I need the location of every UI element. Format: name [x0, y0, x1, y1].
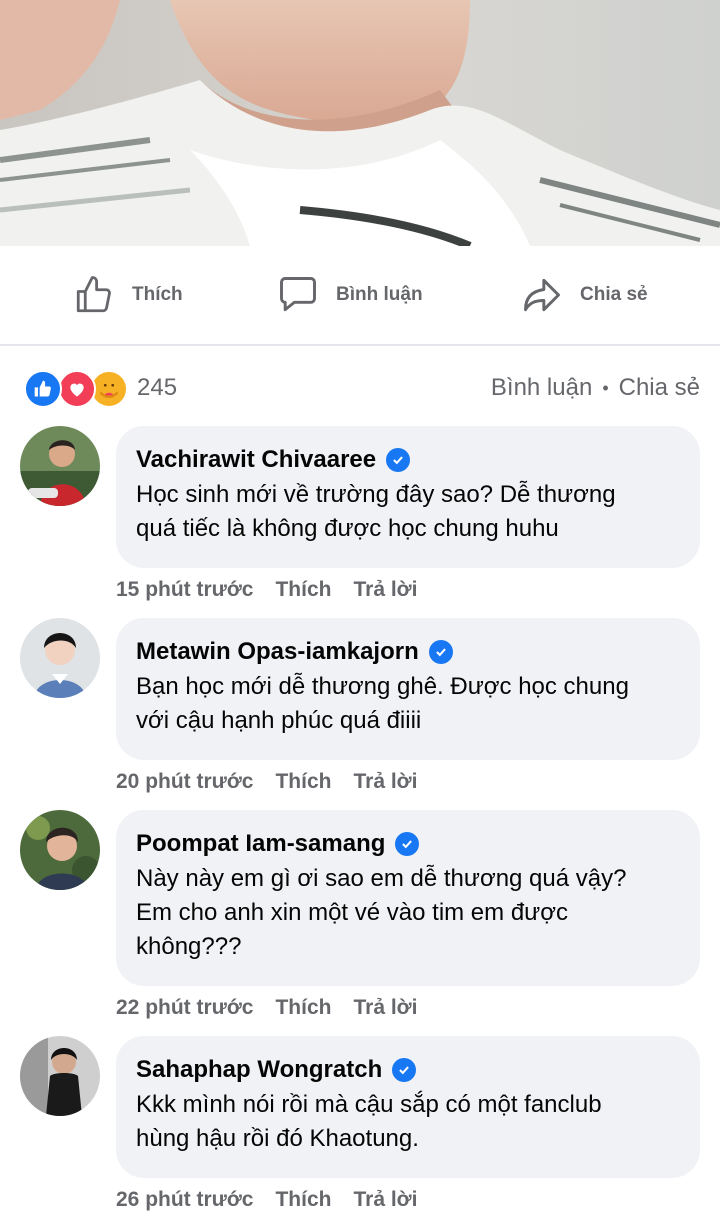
- comment-meta: 26 phút trước Thích Trả lời: [116, 1188, 417, 1212]
- comment-text-line: Bạn học mới dễ thương ghê. Được học chun…: [136, 673, 629, 700]
- avatar[interactable]: [20, 618, 100, 698]
- comment-meta: 15 phút trước Thích Trả lời: [116, 578, 417, 602]
- comment-text: Kkk mình nói rồi mà cậu sắp có một fancl…: [136, 1088, 680, 1156]
- comment-text-line: Kkk mình nói rồi mà cậu sắp có một fancl…: [136, 1091, 602, 1118]
- comment-text: Học sinh mới về trường đây sao? Dễ thươn…: [136, 478, 680, 546]
- speech-bubble-icon: [276, 273, 320, 317]
- comment-text-line: Này này em gì ơi sao em dễ thương quá vậ…: [136, 865, 627, 892]
- reaction-icons[interactable]: [24, 370, 130, 408]
- verified-badge-icon: [392, 1058, 417, 1082]
- comment-like-link[interactable]: Thích: [275, 996, 331, 1020]
- comment-reply-link[interactable]: Trả lời: [353, 578, 417, 602]
- like-button[interactable]: Thích: [72, 270, 183, 320]
- author-row: Sahaphap Wongratch: [136, 1054, 680, 1086]
- author-row: Poompat Iam-samang: [136, 828, 680, 860]
- shares-count-link[interactable]: Chia sẻ: [619, 374, 700, 402]
- like-label: Thích: [132, 284, 183, 305]
- reaction-stats: 245 Bình luận • Chia sẻ: [0, 348, 720, 428]
- love-reaction-icon: [58, 370, 96, 408]
- comment-like-link[interactable]: Thích: [275, 770, 331, 794]
- share-label: Chia sẻ: [580, 284, 648, 305]
- comments-count-link[interactable]: Bình luận: [491, 374, 592, 402]
- author-row: Vachirawit Chivaaree: [136, 444, 680, 476]
- share-arrow-icon: [520, 273, 564, 317]
- comment-text-line: không???: [136, 933, 242, 960]
- comment-text: Bạn học mới dễ thương ghê. Được học chun…: [136, 670, 680, 738]
- like-reaction-icon: [24, 370, 62, 408]
- comment-time: 26 phút trước: [116, 1188, 254, 1211]
- verified-badge-icon: [386, 448, 411, 472]
- comment-text-line: Học sinh mới về trường đây sao? Dễ thươn…: [136, 481, 616, 508]
- verified-badge-icon: [428, 640, 453, 664]
- avatar[interactable]: [20, 426, 100, 506]
- comment-bubble: Sahaphap Wongratch Kkk mình nói rồi mà c…: [116, 1036, 700, 1178]
- comment-meta: 20 phút trước Thích Trả lời: [116, 770, 417, 794]
- comment-time: 20 phút trước: [116, 770, 254, 793]
- comment-like-link[interactable]: Thích: [275, 1188, 331, 1212]
- comment-meta: 22 phút trước Thích Trả lời: [116, 996, 417, 1020]
- comment-button[interactable]: Bình luận: [276, 270, 720, 320]
- avatar[interactable]: [20, 810, 100, 890]
- comment-bubble: Poompat Iam-samang Này này em gì ơi sao …: [116, 810, 700, 986]
- comment-text-line: hùng hậu rồi đó Khaotung.: [136, 1125, 419, 1152]
- comment-bubble: Vachirawit Chivaaree Học sinh mới về trư…: [116, 426, 700, 568]
- comment-reply-link[interactable]: Trả lời: [353, 1188, 417, 1212]
- comment-time: 22 phút trước: [116, 996, 254, 1019]
- comment-label: Bình luận: [336, 284, 423, 305]
- comment-author[interactable]: Vachirawit Chivaaree: [136, 444, 376, 476]
- comment-text-line: Em cho anh xin một vé vào tim em được: [136, 899, 568, 926]
- comment-reply-link[interactable]: Trả lời: [353, 770, 417, 794]
- comment-author[interactable]: Poompat Iam-samang: [136, 828, 385, 860]
- verified-badge-icon: [395, 832, 420, 856]
- author-row: Metawin Opas-iamkajorn: [136, 636, 680, 668]
- comment-author[interactable]: Sahaphap Wongratch: [136, 1054, 382, 1086]
- reaction-count[interactable]: 245: [137, 374, 177, 402]
- stat-links: Bình luận • Chia sẻ: [491, 374, 700, 402]
- comment-time: 15 phút trước: [116, 578, 254, 601]
- comment-author[interactable]: Metawin Opas-iamkajorn: [136, 636, 419, 668]
- comment-like-link[interactable]: Thích: [275, 578, 331, 602]
- share-button[interactable]: Chia sẻ: [520, 270, 648, 320]
- post-action-bar: Thích Bình luận Chia sẻ: [0, 246, 720, 346]
- thumbs-up-icon: [72, 273, 116, 317]
- comment-reply-link[interactable]: Trả lời: [353, 996, 417, 1020]
- separator-dot: •: [602, 377, 609, 398]
- comment-text: Này này em gì ơi sao em dễ thương quá vậ…: [136, 862, 680, 964]
- comment-text-line: với cậu hạnh phúc quá điiii: [136, 707, 422, 734]
- post-photo[interactable]: [0, 0, 720, 246]
- comment-text-line: quá tiếc là không được học chung huhu: [136, 515, 559, 542]
- comment-bubble: Metawin Opas-iamkajorn Bạn học mới dễ th…: [116, 618, 700, 760]
- avatar[interactable]: [20, 1036, 100, 1116]
